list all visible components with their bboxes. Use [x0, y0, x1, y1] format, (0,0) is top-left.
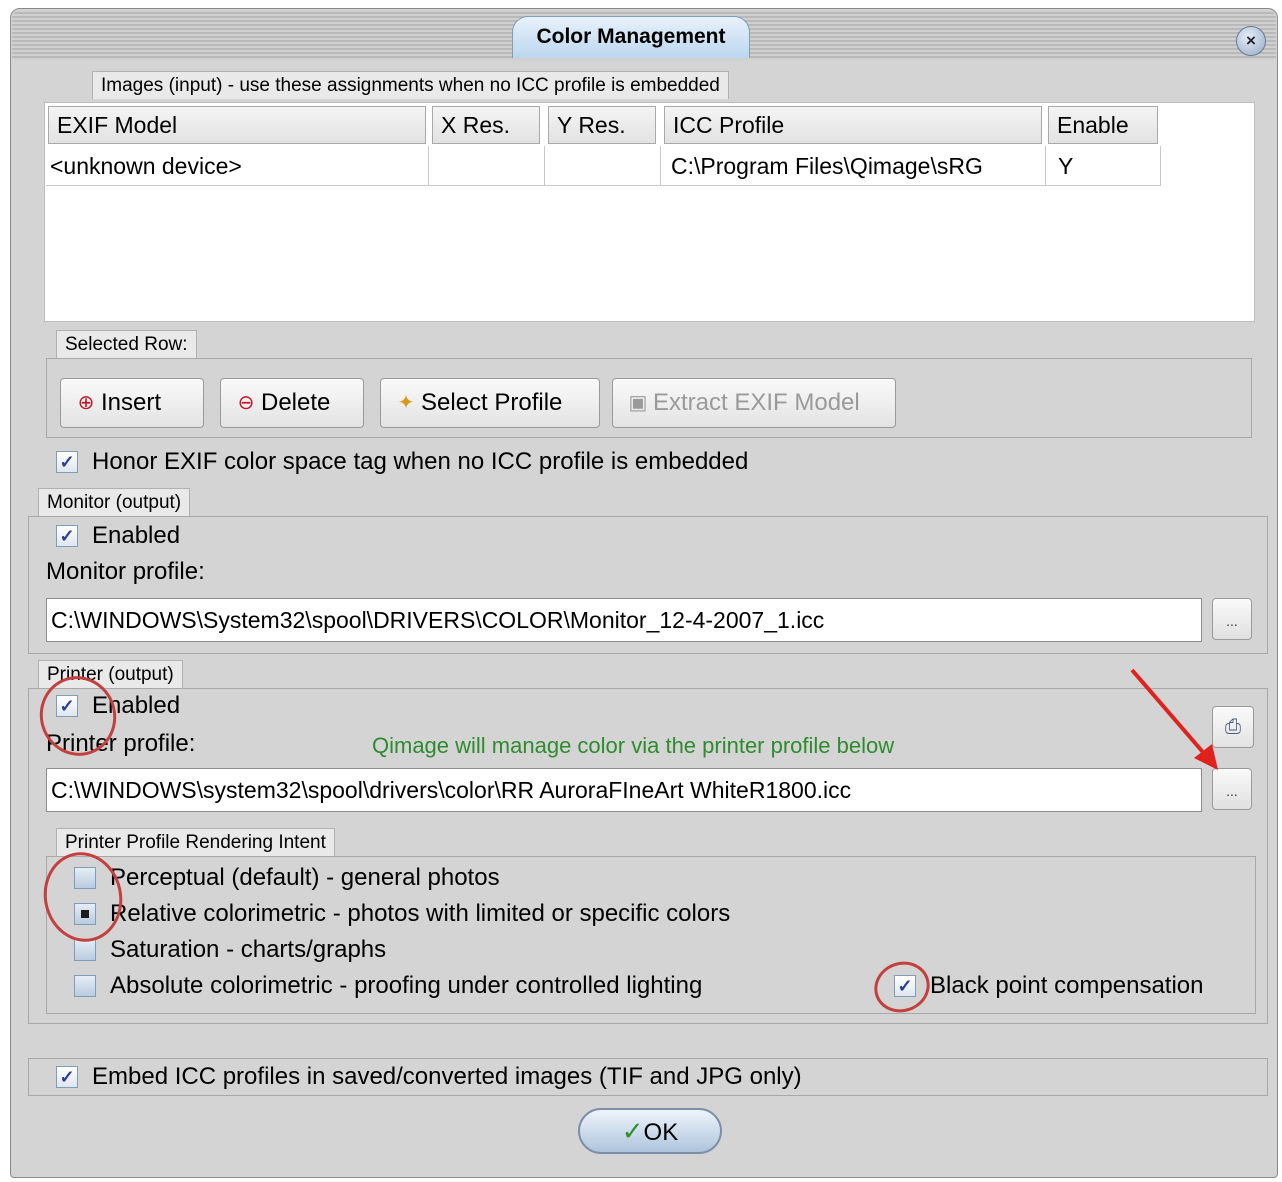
close-button[interactable]: ×	[1236, 26, 1266, 56]
printer-profile-field[interactable]: C:\WINDOWS\system32\spool\drivers\color\…	[46, 768, 1202, 812]
delete-label: Delete	[261, 389, 331, 416]
ok-label: OK	[643, 1119, 679, 1146]
insert-button[interactable]: ⊕ Insert	[60, 378, 204, 428]
insert-label: Insert	[101, 389, 162, 416]
monitor-browse-button[interactable]: ...	[1212, 598, 1252, 640]
delete-button[interactable]: ⊖ Delete	[220, 378, 364, 428]
monitor-section-header: Monitor (output)	[38, 488, 191, 516]
radio-absolute-colorimetric-label: Absolute colorimetric - proofing under c…	[110, 972, 703, 999]
embed-icc-label: Embed ICC profiles in saved/converted im…	[92, 1063, 802, 1090]
window-title: Color Management	[512, 16, 750, 58]
column-header-x-res[interactable]: X Res.	[432, 106, 540, 144]
radio-perceptual-label: Perceptual (default) - general photos	[110, 864, 500, 891]
table-cell-exif-model[interactable]: <unknown device>	[46, 146, 429, 186]
table-cell-x-res[interactable]	[429, 146, 545, 186]
radio-absolute-colorimetric[interactable]	[74, 975, 96, 997]
select-profile-button[interactable]: ✦ Select Profile	[380, 378, 600, 428]
column-header-enable[interactable]: Enable	[1048, 106, 1158, 144]
monitor-enabled-label: Enabled	[92, 522, 181, 549]
printer-profile-annotation: Qimage will manage color via the printer…	[372, 733, 895, 758]
extract-exif-label: Extract EXIF Model	[653, 389, 860, 416]
checkmark-icon: ✓	[621, 1116, 644, 1146]
column-header-y-res[interactable]: Y Res.	[548, 106, 656, 144]
embed-icc-checkbox[interactable]: ✓	[56, 1066, 78, 1088]
monitor-profile-label: Monitor profile:	[46, 558, 205, 585]
images-section-header: Images (input) - use these assignments w…	[92, 71, 729, 99]
annotation-arrow	[1130, 668, 1218, 770]
radio-saturation[interactable]	[74, 939, 96, 961]
table-cell-enable[interactable]: Y	[1046, 146, 1161, 186]
select-profile-label: Select Profile	[421, 389, 563, 416]
camera-icon: ▣	[628, 392, 648, 414]
select-profile-icon: ✦	[397, 392, 415, 414]
honor-exif-label: Honor EXIF color space tag when no ICC p…	[92, 448, 749, 475]
delete-row-icon: ⊖	[237, 392, 255, 414]
rendering-intent-header: Printer Profile Rendering Intent	[56, 828, 335, 856]
selected-row-header: Selected Row:	[56, 330, 197, 358]
radio-relative-colorimetric-label: Relative colorimetric - photos with limi…	[110, 900, 731, 927]
monitor-enabled-checkbox[interactable]: ✓	[56, 525, 78, 547]
insert-row-icon: ⊕	[77, 392, 95, 414]
monitor-profile-field[interactable]: C:\WINDOWS\System32\spool\DRIVERS\COLOR\…	[46, 598, 1202, 642]
extract-exif-model-button[interactable]: ▣ Extract EXIF Model	[612, 378, 896, 428]
ok-button[interactable]: ✓OK	[578, 1108, 722, 1154]
black-point-label: Black point compensation	[930, 972, 1204, 999]
table-cell-icc-profile[interactable]: C:\Program Files\Qimage\sRG	[661, 146, 1046, 186]
column-header-icc-profile[interactable]: ICC Profile	[664, 106, 1042, 144]
column-header-exif-model[interactable]: EXIF Model	[48, 106, 426, 144]
table-cell-y-res[interactable]	[545, 146, 661, 186]
radio-saturation-label: Saturation - charts/graphs	[110, 936, 387, 963]
honor-exif-checkbox[interactable]: ✓	[56, 451, 78, 473]
